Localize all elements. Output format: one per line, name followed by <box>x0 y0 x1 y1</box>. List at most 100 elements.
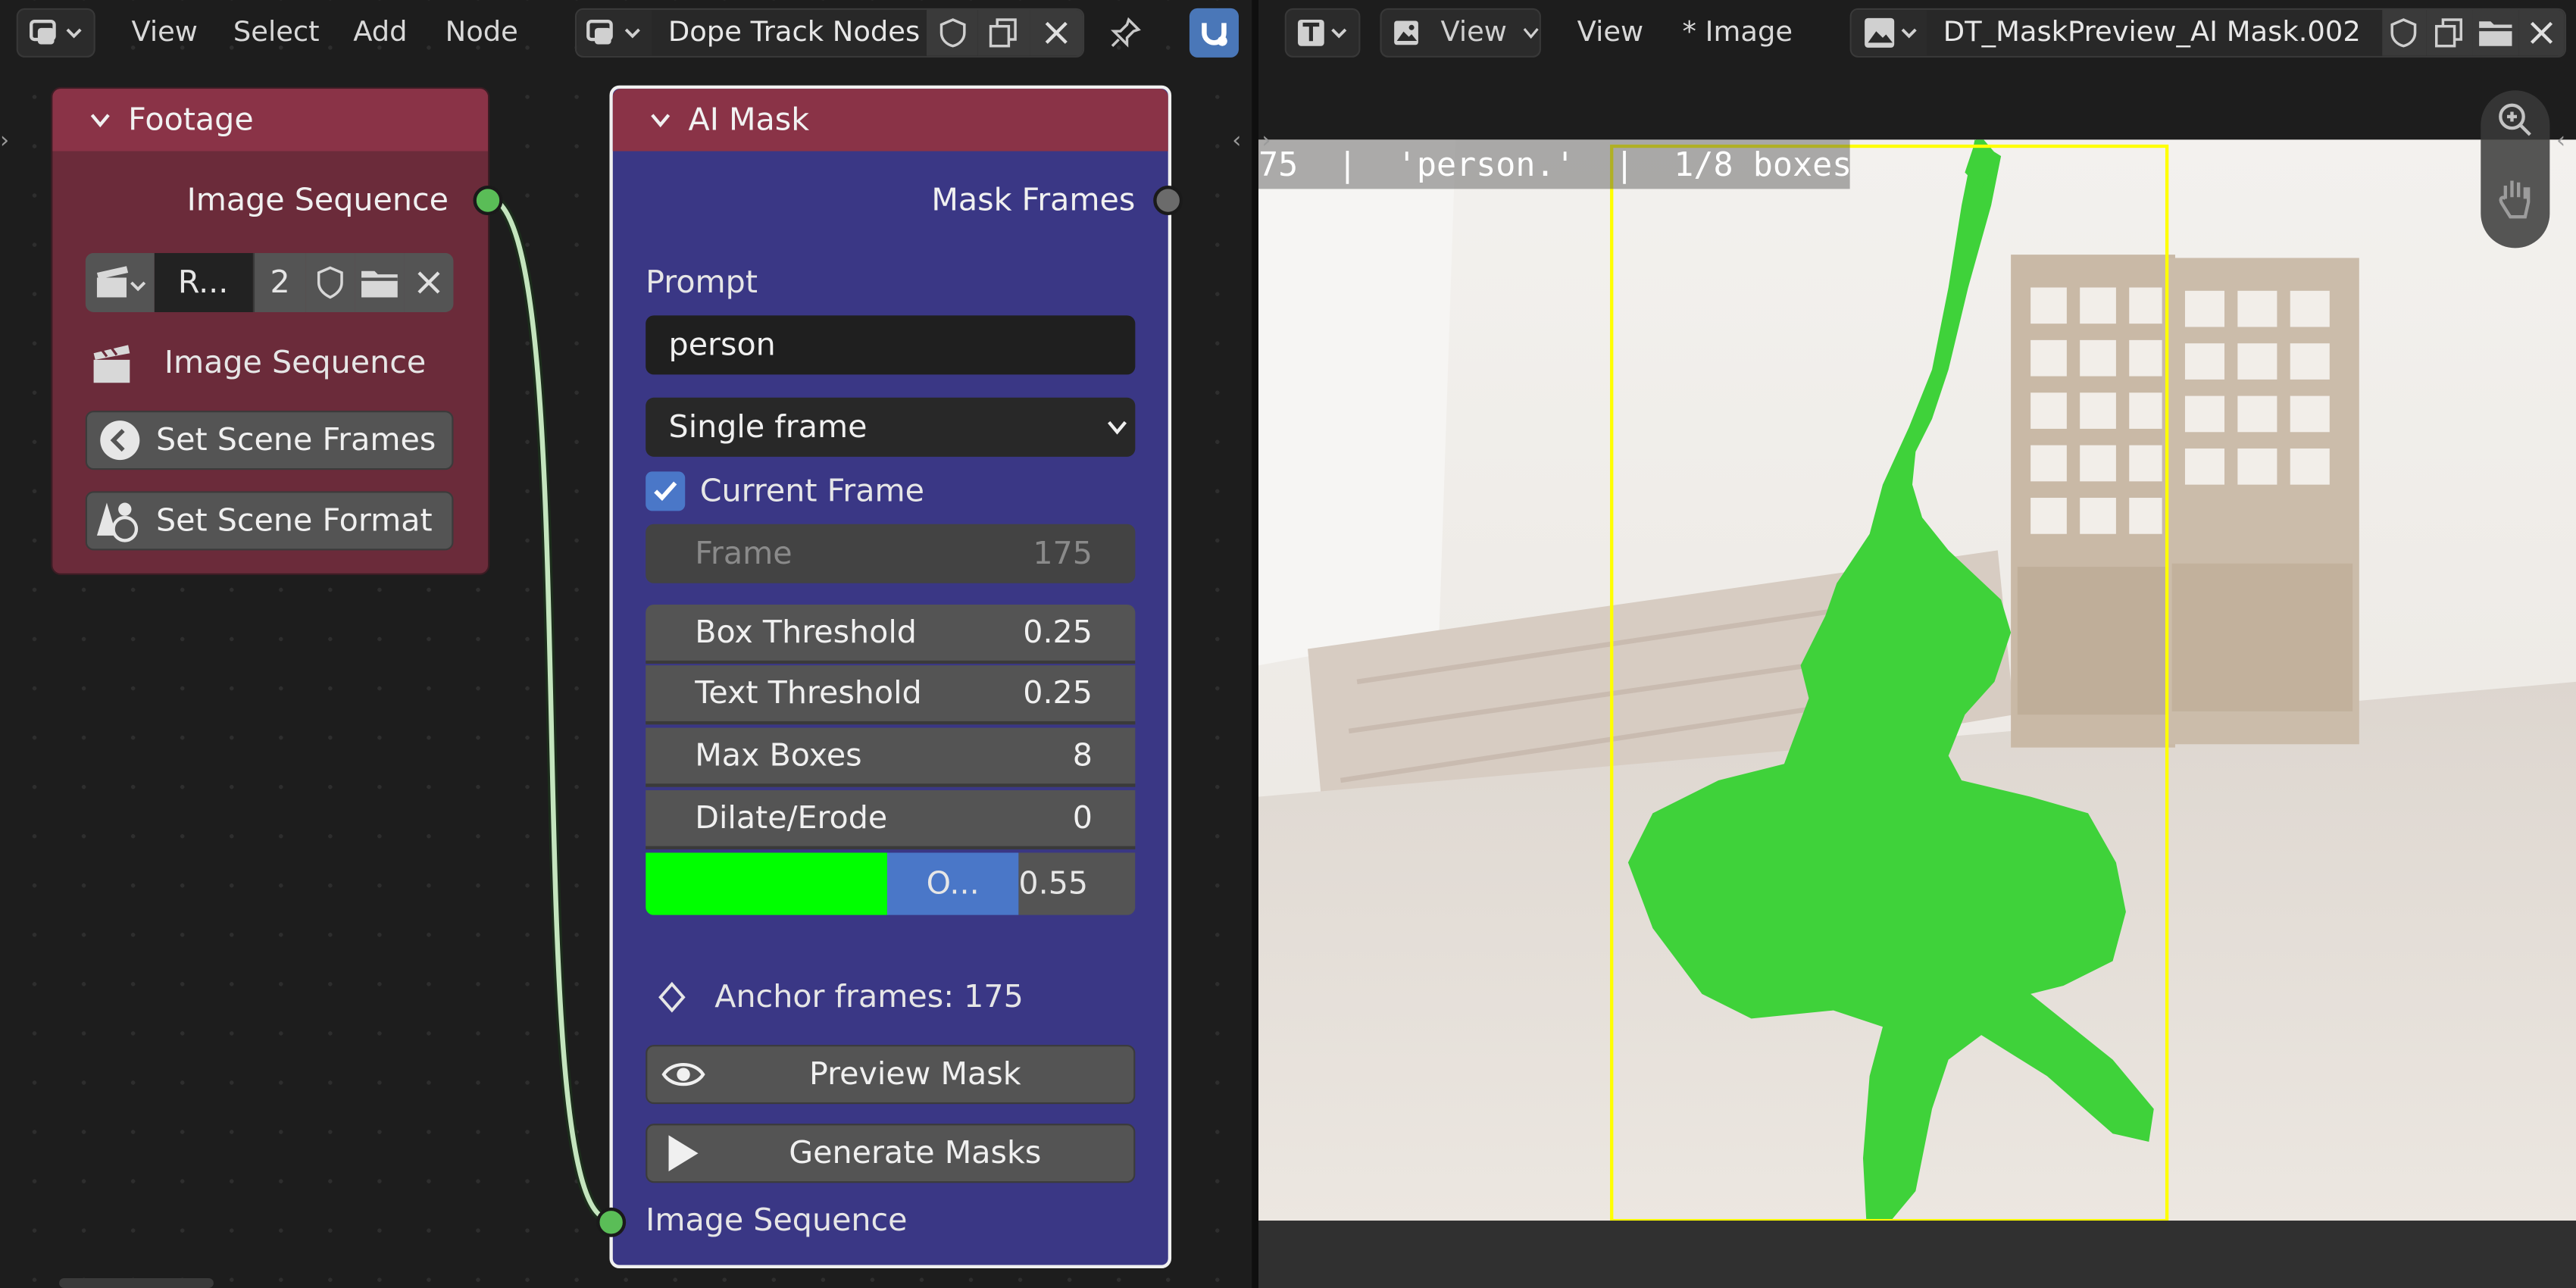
ai-mask-node[interactable]: AI Mask Mask Frames Prompt person Single… <box>596 85 1183 1269</box>
image-sequence-input-label: Image Sequence <box>646 1202 908 1239</box>
chevron-down-icon <box>1108 420 1127 435</box>
text-threshold-label: Text Threshold <box>695 675 922 711</box>
image-sequence-input-socket[interactable] <box>596 1207 627 1237</box>
image-name[interactable]: DT_MaskPreview_AI Mask.002 <box>1927 10 2382 56</box>
box-threshold-field[interactable]: Box Threshold 0.25 <box>646 604 1136 664</box>
anchor-frames-label: Anchor frames: 175 <box>714 979 1024 1016</box>
image-open-button[interactable] <box>2473 10 2519 56</box>
overlay-row: O... 0.55 <box>646 852 1136 915</box>
set-scene-format-button[interactable]: Set Scene Format <box>85 491 454 551</box>
image-selector: DT_MaskPreview_AI Mask.002 <box>1849 8 2567 58</box>
footage-output-socket[interactable] <box>473 186 503 216</box>
view-mode-dropdown[interactable]: View <box>1380 8 1541 58</box>
set-scene-frames-label: Set Scene Frames <box>155 422 436 458</box>
dilate-erode-field[interactable]: Dilate/Erode 0 <box>646 790 1136 850</box>
image-viewport[interactable]: 75 | 'person.' | 1/8 boxes <box>1258 139 2576 1221</box>
expand-right-arrow-icon[interactable]: ‹ <box>2556 128 2565 155</box>
mode-dropdown-value: Single frame <box>668 408 868 445</box>
clip-open-button[interactable] <box>355 252 405 312</box>
box-threshold-value: 0.25 <box>1023 614 1093 651</box>
preview-mask-label: Preview Mask <box>809 1056 1021 1093</box>
current-frame-row[interactable]: Current Frame <box>646 468 924 514</box>
image-browse-button[interactable] <box>1851 10 1927 56</box>
hand-icon <box>2499 180 2531 219</box>
clapperboard-icon <box>93 345 130 383</box>
menu-image[interactable]: * Image <box>1682 17 1793 49</box>
navigation-gizmo <box>2481 90 2550 249</box>
clip-browse-button[interactable] <box>85 252 155 312</box>
rewind-icon <box>100 420 140 461</box>
clip-user-count[interactable]: 2 <box>252 252 307 312</box>
current-frame-checkbox[interactable] <box>646 471 686 511</box>
folder-icon <box>2479 21 2512 46</box>
image-editor-icon <box>1298 20 1347 46</box>
frame-label: Frame <box>695 535 792 572</box>
clapperboard-icon <box>96 266 145 298</box>
image-editor[interactable]: View View * Image DT_MaskPreview_AI Mask… <box>1258 0 2576 1288</box>
current-frame-label: Current Frame <box>699 473 924 510</box>
clip-fake-user-button[interactable] <box>306 252 355 312</box>
max-boxes-label: Max Boxes <box>695 737 862 774</box>
area-divider[interactable] <box>1252 0 1258 1288</box>
chevron-down-icon[interactable] <box>649 108 672 131</box>
footage-node-header[interactable]: Footage <box>52 89 489 152</box>
text-threshold-field[interactable]: Text Threshold 0.25 <box>646 665 1136 725</box>
checkmark-icon <box>654 481 677 502</box>
footage-node-title: Footage <box>128 102 254 139</box>
scene-format-icon <box>96 502 139 542</box>
zoom-in-icon <box>2499 103 2531 136</box>
close-icon <box>417 271 440 294</box>
clip-name[interactable]: R... <box>154 252 252 312</box>
overlay-value: 0.55 <box>1018 865 1089 902</box>
preview-mask-button[interactable]: Preview Mask <box>646 1045 1136 1105</box>
detection-info-overlay: 75 | 'person.' | 1/8 boxes <box>1258 139 1852 189</box>
eye-icon <box>661 1063 705 1086</box>
image-new-button[interactable] <box>2427 10 2474 56</box>
image-icon <box>1864 17 1917 48</box>
generate-masks-button[interactable]: Generate Masks <box>646 1124 1136 1183</box>
play-icon <box>668 1135 699 1172</box>
horizontal-scrollbar[interactable] <box>59 1278 214 1288</box>
box-threshold-label: Box Threshold <box>695 614 917 651</box>
footage-node[interactable]: Footage Image Sequence R... 2 Image Sequ… <box>51 86 503 575</box>
overlay-label: O... <box>926 865 980 902</box>
image-unlink-button[interactable] <box>2518 10 2565 56</box>
prompt-input[interactable]: person <box>646 315 1136 375</box>
ai-mask-node-header[interactable]: AI Mask <box>612 89 1168 152</box>
view-mode-label: View <box>1440 16 1507 50</box>
image-fake-user-button[interactable] <box>2381 10 2428 56</box>
clip-unlink-button[interactable] <box>404 252 454 312</box>
max-boxes-value: 8 <box>1072 737 1093 774</box>
image-editor-header: View View * Image DT_MaskPreview_AI Mask… <box>1258 0 2576 69</box>
overlay-opacity-slider[interactable]: O... <box>886 852 1019 915</box>
sequence-label: Image Sequence <box>164 345 427 382</box>
generate-masks-label: Generate Masks <box>789 1135 1042 1172</box>
overlay-color-swatch[interactable] <box>646 852 887 915</box>
zoom-button[interactable] <box>2496 100 2535 139</box>
chevron-down-icon <box>1524 28 1540 39</box>
mask-frames-output-socket[interactable] <box>1153 186 1183 216</box>
expand-left-arrow-icon[interactable]: › <box>1261 128 1271 155</box>
shield-icon <box>2391 18 2418 48</box>
set-scene-frames-button[interactable]: Set Scene Frames <box>85 411 454 470</box>
image-editor-footer <box>1258 1221 2576 1288</box>
text-threshold-value: 0.25 <box>1023 675 1093 711</box>
node-editor[interactable]: View Select Add Node Dope Track Nodes › … <box>0 0 1252 1288</box>
image-icon <box>1394 20 1418 45</box>
duplicate-icon <box>2435 18 2463 48</box>
frame-field: Frame 175 <box>646 524 1136 583</box>
anchor-frames-row: Anchor frames: 175 <box>655 973 1024 1022</box>
dilate-erode-value: 0 <box>1072 800 1093 836</box>
sequence-row: Image Sequence <box>89 335 426 391</box>
dilate-erode-label: Dilate/Erode <box>695 800 888 836</box>
mode-dropdown[interactable]: Single frame <box>646 397 1136 457</box>
menu-view[interactable]: View <box>1577 17 1643 49</box>
folding-screen <box>2011 255 2359 748</box>
overlay-value-box[interactable]: 0.55 <box>1018 852 1136 915</box>
max-boxes-field[interactable]: Max Boxes 8 <box>646 727 1136 787</box>
chevron-down-icon[interactable] <box>89 108 111 131</box>
pan-button[interactable] <box>2496 176 2535 222</box>
image-editor-type-button[interactable] <box>1284 8 1361 58</box>
clip-selector: R... 2 <box>85 252 454 312</box>
footage-output-label: Image Sequence <box>186 182 449 219</box>
